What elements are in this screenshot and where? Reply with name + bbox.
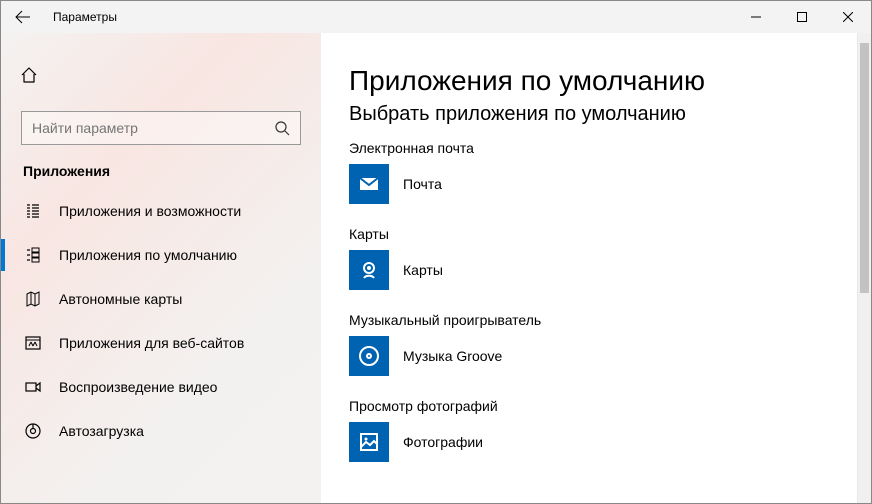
page-subtitle: Выбрать приложения по умолчанию: [349, 103, 837, 126]
category-label: Карты: [349, 226, 837, 242]
maximize-button[interactable]: [779, 1, 825, 33]
content-wrap: Приложения по умолчанию Выбрать приложен…: [321, 33, 871, 503]
content: Приложения по умолчанию Выбрать приложен…: [321, 33, 857, 503]
sidebar-item-apps-and-features[interactable]: Приложения и возможности: [1, 189, 321, 233]
category-label: Просмотр фотографий: [349, 398, 837, 414]
maps-icon: [349, 250, 389, 290]
category-label: Музыкальный проигрыватель: [349, 312, 837, 328]
close-button[interactable]: [825, 1, 871, 33]
default-category-music: Музыкальный проигрыватель Музыка Groove: [349, 312, 837, 376]
sidebar-item-label: Автономные карты: [59, 291, 182, 307]
default-app-photos[interactable]: Фотографии: [349, 422, 837, 462]
sidebar-item-label: Приложения по умолчанию: [59, 247, 237, 263]
app-name: Почта: [403, 176, 442, 192]
home-button[interactable]: [7, 55, 51, 95]
sidebar-item-label: Приложения и возможности: [59, 203, 241, 219]
video-playback-icon: [23, 377, 43, 397]
sidebar-item-label: Автозагрузка: [59, 423, 144, 439]
scrollbar-thumb[interactable]: [860, 43, 869, 293]
home-icon: [20, 66, 38, 84]
window-title: Параметры: [53, 10, 117, 24]
back-arrow-icon: [15, 9, 31, 25]
apps-websites-icon: [23, 333, 43, 353]
page-title: Приложения по умолчанию: [349, 65, 837, 97]
sidebar-item-label: Воспроизведение видео: [59, 379, 217, 395]
default-apps-icon: [23, 245, 43, 265]
search-box[interactable]: [21, 111, 301, 145]
category-label: Электронная почта: [349, 140, 837, 156]
default-app-email[interactable]: Почта: [349, 164, 837, 204]
default-category-maps: Карты Карты: [349, 226, 837, 290]
back-button[interactable]: [1, 1, 45, 33]
minimize-icon: [751, 12, 761, 22]
sidebar: Приложения Приложения и возможности Прил…: [1, 33, 321, 503]
minimize-button[interactable]: [733, 1, 779, 33]
sidebar-item-offline-maps[interactable]: Автономные карты: [1, 277, 321, 321]
titlebar: Параметры: [1, 1, 871, 33]
app-name: Карты: [403, 262, 443, 278]
app-name: Фотографии: [403, 434, 483, 450]
photos-icon: [349, 422, 389, 462]
nav-list: Приложения и возможности Приложения по у…: [1, 189, 321, 453]
music-icon: [349, 336, 389, 376]
search-input[interactable]: [32, 120, 274, 136]
settings-window: Параметры Прило: [0, 0, 872, 504]
apps-features-icon: [23, 201, 43, 221]
titlebar-left: Параметры: [1, 1, 117, 33]
close-icon: [843, 12, 853, 22]
scrollbar[interactable]: [857, 33, 871, 503]
default-app-music[interactable]: Музыка Groove: [349, 336, 837, 376]
app-name: Музыка Groove: [403, 348, 502, 364]
default-category-photos: Просмотр фотографий Фотографии: [349, 398, 837, 462]
sidebar-item-default-apps[interactable]: Приложения по умолчанию: [1, 233, 321, 277]
maximize-icon: [797, 12, 807, 22]
default-category-email: Электронная почта Почта: [349, 140, 837, 204]
body: Приложения Приложения и возможности Прил…: [1, 33, 871, 503]
section-header: Приложения: [23, 163, 321, 179]
mail-icon: [349, 164, 389, 204]
startup-icon: [23, 421, 43, 441]
search-wrap: [21, 111, 301, 145]
sidebar-item-label: Приложения для веб-сайтов: [59, 335, 244, 351]
offline-maps-icon: [23, 289, 43, 309]
sidebar-item-apps-for-websites[interactable]: Приложения для веб-сайтов: [1, 321, 321, 365]
default-app-maps[interactable]: Карты: [349, 250, 837, 290]
caption-buttons: [733, 1, 871, 33]
sidebar-item-startup[interactable]: Автозагрузка: [1, 409, 321, 453]
search-icon: [274, 120, 290, 136]
sidebar-item-video-playback[interactable]: Воспроизведение видео: [1, 365, 321, 409]
